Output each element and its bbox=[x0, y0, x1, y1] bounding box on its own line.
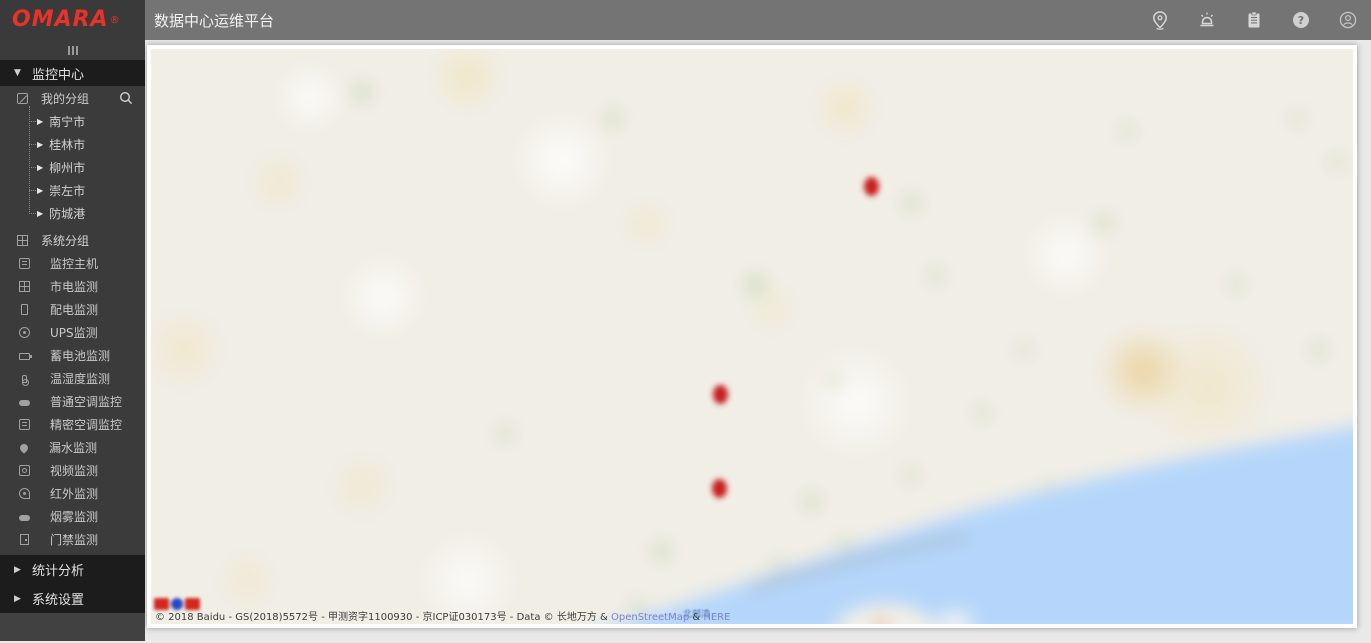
chevron-right-icon: ▶ bbox=[37, 186, 43, 195]
section-label: 统计分析 bbox=[32, 560, 84, 579]
user-avatar-icon[interactable] bbox=[1338, 10, 1358, 30]
host-icon bbox=[19, 258, 30, 269]
map-marker-alarm[interactable] bbox=[712, 479, 727, 498]
sidebar-item-power-distribution[interactable]: 配电监测 bbox=[0, 298, 145, 321]
chevron-right-icon: ▶ bbox=[37, 209, 43, 218]
water-leak-icon bbox=[18, 442, 29, 453]
city-tree: ▶ 南宁市 ▶ 桂林市 ▶ 柳州市 ▶ 崇左市 ▶ 防城港 bbox=[0, 110, 145, 227]
sidebar-item-city-guilin[interactable]: ▶ 桂林市 bbox=[0, 133, 145, 156]
sidebar-item-label: 门禁监测 bbox=[50, 531, 98, 548]
svg-text:?: ? bbox=[1298, 14, 1304, 27]
header-icon-bar: ? bbox=[1150, 10, 1371, 30]
sidebar-item-door-access[interactable]: 门禁监测 bbox=[0, 528, 145, 551]
map-attribution: © 2018 Baidu - GS(2018)5572号 - 甲测资字11009… bbox=[155, 608, 730, 623]
map-marker-alarm[interactable] bbox=[864, 177, 879, 196]
sidebar-item-temp-humidity[interactable]: 温湿度监测 bbox=[0, 367, 145, 390]
my-groups-label: 我的分组 bbox=[41, 90, 89, 107]
map-card: 北部湾 © 2018 Baidu - GS(2018)5572号 - 甲测资字1… bbox=[147, 45, 1357, 628]
sea-coastline bbox=[151, 49, 1353, 624]
chevron-right-icon: ▶ bbox=[14, 565, 24, 575]
city-label: 南宁市 bbox=[49, 113, 85, 130]
city-label: 柳州市 bbox=[49, 159, 85, 176]
sidebar-section-monitoring-center[interactable]: ▼ 监控中心 bbox=[0, 60, 145, 86]
map-imagery bbox=[151, 49, 1353, 624]
door-access-icon bbox=[20, 534, 29, 545]
location-pin-icon[interactable] bbox=[1150, 10, 1170, 30]
sidebar-item-system-group[interactable]: 系统分组 bbox=[0, 229, 145, 252]
sidebar-item-label: 蓄电池监测 bbox=[50, 347, 110, 364]
sidebar-item-label: 视频监测 bbox=[50, 462, 98, 479]
ac-icon bbox=[19, 400, 30, 406]
openstreetmap-link[interactable]: OpenStreetMap bbox=[611, 612, 689, 623]
map-marker-alarm[interactable] bbox=[713, 385, 728, 404]
temp-humidity-icon bbox=[22, 375, 27, 383]
sidebar-item-city-fangchenggang[interactable]: ▶ 防城港 bbox=[0, 202, 145, 225]
system-group-label: 系统分组 bbox=[41, 232, 89, 249]
page-title: 数据中心运维平台 bbox=[154, 10, 274, 31]
sidebar-section-statistics[interactable]: ▶ 统计分析 bbox=[0, 555, 145, 584]
help-icon[interactable]: ? bbox=[1291, 10, 1311, 30]
sidebar-item-label: 监控主机 bbox=[50, 255, 98, 272]
brand-logo-text: OMARA bbox=[12, 9, 109, 31]
mains-power-icon bbox=[19, 281, 30, 292]
city-label: 桂林市 bbox=[49, 136, 85, 153]
ups-icon bbox=[19, 327, 30, 338]
sidebar-item-city-chongzuo[interactable]: ▶ 崇左市 bbox=[0, 179, 145, 202]
sidebar-item-mains-power[interactable]: 市电监测 bbox=[0, 275, 145, 298]
sidebar-item-label: 烟雾监测 bbox=[50, 508, 98, 525]
sidebar-item-my-groups[interactable]: 我的分组 bbox=[0, 86, 145, 110]
sidebar-item-precision-ac[interactable]: 精密空调监控 bbox=[0, 413, 145, 436]
sidebar-item-label: 市电监测 bbox=[50, 278, 98, 295]
sidebar-item-label: 红外监测 bbox=[50, 485, 98, 502]
section-label: 监控中心 bbox=[32, 64, 84, 83]
brand-logo-registered-mark: ® bbox=[110, 15, 120, 26]
section-label: 系统设置 bbox=[32, 589, 84, 608]
sidebar-item-infrared[interactable]: 红外监测 bbox=[0, 482, 145, 505]
sidebar-footer bbox=[0, 613, 145, 641]
power-distribution-icon bbox=[21, 304, 28, 315]
chevron-right-icon: ▶ bbox=[37, 140, 43, 149]
attribution-separator: & bbox=[689, 612, 703, 623]
city-label: 崇左市 bbox=[49, 182, 85, 199]
sidebar-item-water-leak[interactable]: 漏水监测 bbox=[0, 436, 145, 459]
chevron-right-icon: ▶ bbox=[37, 117, 43, 126]
chevron-right-icon: ▶ bbox=[37, 163, 43, 172]
search-icon[interactable] bbox=[119, 91, 133, 105]
brand-logo: OMARA® bbox=[0, 0, 145, 40]
group-edit-icon bbox=[17, 93, 28, 104]
precision-ac-icon bbox=[19, 419, 30, 430]
sidebar-item-host[interactable]: 监控主机 bbox=[0, 252, 145, 275]
sidebar-item-label: 温湿度监测 bbox=[50, 370, 110, 387]
battery-icon bbox=[19, 353, 30, 360]
video-icon bbox=[19, 465, 30, 476]
sidebar-nav: ▼ 监控中心 我的分组 ▶ 南宁市 ▶ 桂林市 ▶ 柳州市 ▶ 崇左市 ▶ 防城港 系统分… bbox=[0, 40, 145, 633]
chevron-right-icon: ▶ bbox=[14, 594, 24, 604]
sidebar-item-label: 漏水监测 bbox=[49, 439, 97, 456]
chevron-down-icon: ▼ bbox=[14, 68, 24, 78]
sidebar-item-ups[interactable]: UPS监测 bbox=[0, 321, 145, 344]
group-grid-icon bbox=[17, 235, 28, 246]
sidebar-collapse-toggle[interactable] bbox=[0, 40, 145, 60]
top-header: OMARA® 数据中心运维平台 ? bbox=[0, 0, 1371, 40]
sidebar-item-smoke[interactable]: 烟雾监测 bbox=[0, 505, 145, 528]
sidebar-item-ac[interactable]: 普通空调监控 bbox=[0, 390, 145, 413]
smoke-icon bbox=[19, 515, 30, 521]
sidebar-bottom-sections: ▶ 统计分析 ▶ 系统设置 bbox=[0, 555, 145, 613]
city-label: 防城港 bbox=[49, 205, 85, 222]
clipboard-icon[interactable] bbox=[1244, 10, 1264, 30]
sidebar-item-label: 精密空调监控 bbox=[50, 416, 122, 433]
sidebar-section-system-settings[interactable]: ▶ 系统设置 bbox=[0, 584, 145, 613]
sidebar-item-label: 普通空调监控 bbox=[50, 393, 122, 410]
sidebar-item-battery[interactable]: 蓄电池监测 bbox=[0, 344, 145, 367]
sidebar-item-label: UPS监测 bbox=[50, 324, 98, 341]
sidebar-item-video[interactable]: 视频监测 bbox=[0, 459, 145, 482]
sidebar-item-city-nanning[interactable]: ▶ 南宁市 bbox=[0, 110, 145, 133]
map-canvas[interactable]: 北部湾 © 2018 Baidu - GS(2018)5572号 - 甲测资字1… bbox=[151, 49, 1353, 624]
alarm-icon[interactable] bbox=[1197, 10, 1217, 30]
sidebar-item-label: 配电监测 bbox=[50, 301, 98, 318]
attribution-text: © 2018 Baidu - GS(2018)5572号 - 甲测资字11009… bbox=[155, 612, 611, 623]
here-link[interactable]: HERE bbox=[703, 612, 730, 623]
infrared-icon bbox=[19, 488, 30, 499]
sidebar-item-city-liuzhou[interactable]: ▶ 柳州市 bbox=[0, 156, 145, 179]
